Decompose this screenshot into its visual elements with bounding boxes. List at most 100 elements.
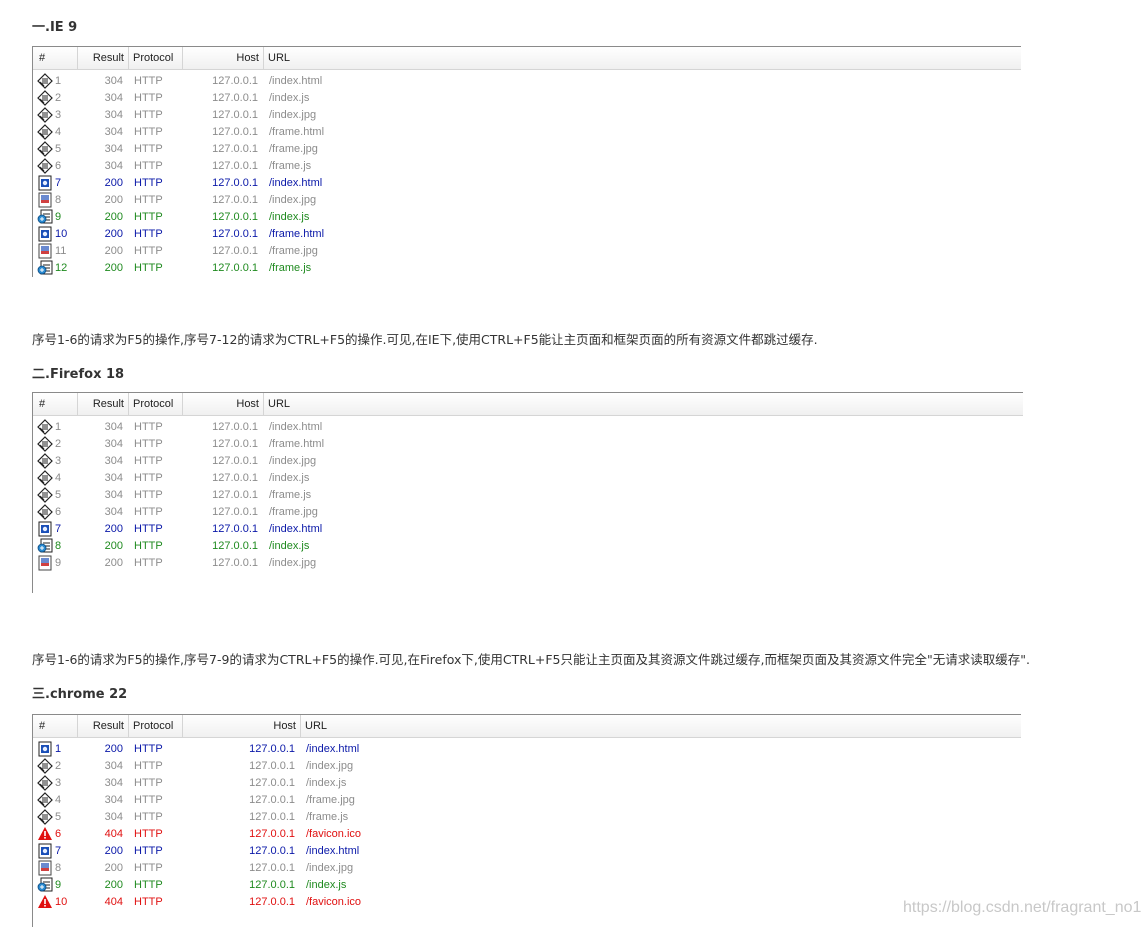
cell-result: 304: [104, 811, 123, 823]
cache-icon: [37, 107, 54, 124]
session-row[interactable]: 6 404 HTTP 127.0.0.1/favicon.ico: [33, 826, 1021, 843]
cache-icon: [37, 453, 54, 470]
cell-protocol: HTTP: [134, 438, 163, 450]
column-header-protocol[interactable]: Protocol: [129, 47, 183, 69]
cell-protocol: HTTP: [134, 743, 163, 755]
session-row[interactable]: 9 200 HTTP 127.0.0.1/index.jpg: [33, 555, 1023, 572]
session-row[interactable]: 7 200 HTTP 127.0.0.1/index.html: [33, 175, 1021, 192]
session-row[interactable]: 1 304 HTTP 127.0.0.1/index.html: [33, 73, 1021, 90]
session-row[interactable]: 9 200 HTTP 127.0.0.1/index.js: [33, 877, 1021, 894]
column-header-protocol[interactable]: Protocol: [129, 715, 183, 737]
session-row[interactable]: 1 304 HTTP 127.0.0.1/index.html: [33, 419, 1023, 436]
cell-num: 5: [55, 143, 62, 155]
cell-protocol: HTTP: [134, 126, 163, 138]
cell-num: 2: [55, 92, 62, 104]
cache-icon: [37, 470, 54, 487]
cell-host: 127.0.0.1: [212, 472, 258, 484]
session-row[interactable]: 4 304 HTTP 127.0.0.1/frame.html: [33, 124, 1021, 141]
column-header-num[interactable]: #: [33, 393, 78, 415]
cell-protocol: HTTP: [134, 472, 163, 484]
column-header-result[interactable]: Result: [78, 715, 129, 737]
cell-num: 5: [55, 489, 62, 501]
session-row[interactable]: 10 200 HTTP 127.0.0.1/frame.html: [33, 226, 1021, 243]
cell-url: /index.jpg: [269, 557, 317, 569]
cell-protocol: HTTP: [134, 160, 163, 172]
html-document-icon: [37, 175, 54, 192]
cell-num: 4: [55, 472, 62, 484]
grid-header: # Result Protocol Host URL: [33, 47, 1021, 70]
cell-url: /index.html: [269, 421, 323, 433]
cell-result: 304: [104, 438, 123, 450]
session-row[interactable]: 5 304 HTTP 127.0.0.1/frame.js: [33, 809, 1021, 826]
session-grid-chrome: # Result Protocol Host URL 1 200 HTTP 127.0.0.1 /…: [32, 714, 1021, 927]
cell-url: /index.jpg: [306, 760, 354, 772]
cell-url: /favicon.ico: [306, 896, 362, 908]
session-row[interactable]: 6 304 HTTP 127.0.0.1/frame.jpg: [33, 504, 1023, 521]
session-row[interactable]: 2 304 HTTP 127.0.0.1/frame.html: [33, 436, 1023, 453]
cell-result: 304: [104, 421, 123, 433]
column-header-host[interactable]: Host: [183, 715, 301, 737]
cell-num: 8: [55, 540, 62, 552]
cell-result: 404: [104, 828, 123, 840]
column-header-result[interactable]: Result: [78, 47, 129, 69]
cell-protocol: HTTP: [134, 879, 163, 891]
session-row[interactable]: 7 200 HTTP 127.0.0.1/index.html: [33, 521, 1023, 538]
html-document-icon: [37, 741, 54, 758]
session-row[interactable]: 5 304 HTTP 127.0.0.1/frame.js: [33, 487, 1023, 504]
section-heading-firefox: 二.Firefox 18: [32, 367, 125, 382]
cell-result: 200: [104, 245, 123, 257]
column-header-result[interactable]: Result: [78, 393, 129, 415]
column-header-host[interactable]: Host: [183, 393, 264, 415]
session-row[interactable]: 3 304 HTTP 127.0.0.1/index.jpg: [33, 107, 1021, 124]
cell-num: 6: [55, 828, 62, 840]
grid-header: # Result Protocol Host URL: [33, 715, 1021, 738]
session-row[interactable]: 3 304 HTTP 127.0.0.1/index.js: [33, 775, 1021, 792]
cell-url: /index.js: [269, 92, 310, 104]
cell-host: 127.0.0.1: [212, 143, 258, 155]
session-row[interactable]: 9 200 HTTP 127.0.0.1/index.js: [33, 209, 1021, 226]
column-header-num[interactable]: #: [33, 47, 78, 69]
cell-url: /frame.jpg: [269, 245, 318, 257]
cell-num: 7: [55, 845, 62, 857]
column-header-num[interactable]: #: [33, 715, 78, 737]
session-row[interactable]: 4 304 HTTP 127.0.0.1/index.js: [33, 470, 1023, 487]
column-header-protocol[interactable]: Protocol: [129, 393, 183, 415]
session-row[interactable]: 8 200 HTTP 127.0.0.1/index.js: [33, 538, 1023, 555]
cell-num: 10: [55, 228, 68, 240]
warning-icon: [37, 826, 54, 843]
session-row[interactable]: 10 404 HTTP 127.0.0.1/favicon.ico: [33, 894, 1021, 911]
cell-host: 127.0.0.1: [212, 177, 258, 189]
cell-protocol: HTTP: [134, 794, 163, 806]
cell-protocol: HTTP: [134, 455, 163, 467]
session-row[interactable]: 6 304 HTTP 127.0.0.1/frame.js: [33, 158, 1021, 175]
session-row[interactable]: 8 200 HTTP 127.0.0.1/index.jpg: [33, 192, 1021, 209]
cell-result: 304: [104, 75, 123, 87]
cell-result: 404: [104, 896, 123, 908]
session-row[interactable]: 5 304 HTTP 127.0.0.1/frame.jpg: [33, 141, 1021, 158]
session-row[interactable]: 2 304 HTTP 127.0.0.1/index.jpg: [33, 758, 1021, 775]
session-row[interactable]: 1 200 HTTP 127.0.0.1/index.html: [33, 741, 1021, 758]
column-header-url[interactable]: URL: [301, 715, 1021, 737]
session-row[interactable]: 4 304 HTTP 127.0.0.1/frame.jpg: [33, 792, 1021, 809]
session-row[interactable]: 2 304 HTTP 127.0.0.1/index.js: [33, 90, 1021, 107]
cache-icon: [37, 436, 54, 453]
session-row[interactable]: 11 200 HTTP 127.0.0.1/frame.jpg: [33, 243, 1021, 260]
cell-host: 127.0.0.1: [249, 862, 295, 874]
session-row[interactable]: 3 304 HTTP 127.0.0.1/index.jpg: [33, 453, 1023, 470]
cell-num: 10: [55, 896, 68, 908]
session-row[interactable]: 12 200 HTTP 127.0.0.1/frame.js: [33, 260, 1021, 277]
column-header-url[interactable]: URL: [264, 393, 1023, 415]
session-row[interactable]: 7 200 HTTP 127.0.0.1/index.html: [33, 843, 1021, 860]
cell-url: /index.js: [306, 777, 347, 789]
cell-num: 3: [55, 777, 62, 789]
cell-url: /index.html: [269, 523, 323, 535]
cache-icon: [37, 758, 54, 775]
cell-url: /index.js: [269, 540, 310, 552]
cell-protocol: HTTP: [134, 143, 163, 155]
cell-result: 304: [104, 472, 123, 484]
column-header-host[interactable]: Host: [183, 47, 264, 69]
column-header-url[interactable]: URL: [264, 47, 1021, 69]
cell-result: 200: [104, 228, 123, 240]
cell-host: 127.0.0.1: [212, 245, 258, 257]
session-row[interactable]: 8 200 HTTP 127.0.0.1/index.jpg: [33, 860, 1021, 877]
